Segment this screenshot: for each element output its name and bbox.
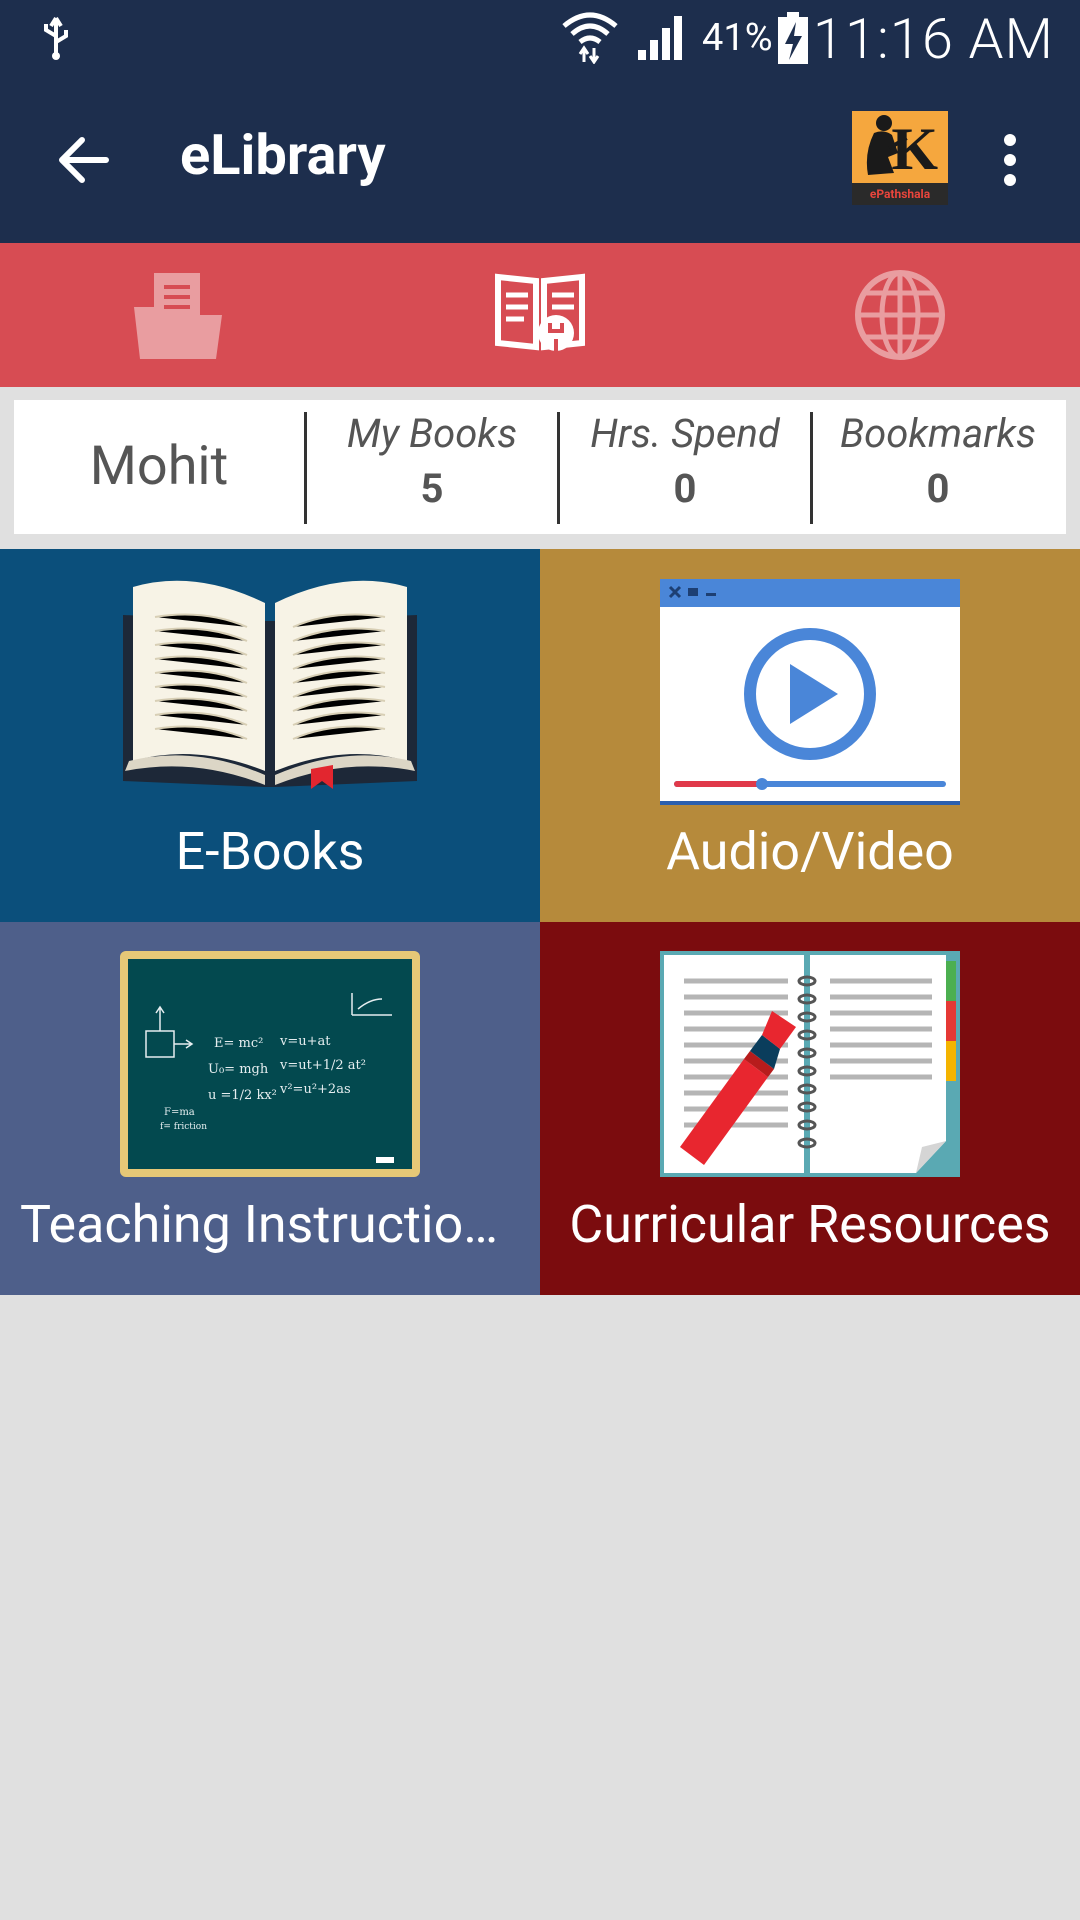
video-player-icon	[660, 579, 960, 805]
teaching-instructional-tile[interactable]: E= mc² U₀= mgh u =1/2 kx² v=u+at v=ut+1/…	[0, 922, 540, 1295]
teaching-instructional-label: Teaching Instructional Materials	[20, 1194, 540, 1255]
hrs-spend-value: 0	[673, 465, 697, 512]
chalkboard-icon: E= mc² U₀= mgh u =1/2 kx² v=u+at v=ut+1/…	[120, 951, 420, 1177]
user-stats-bar: Mohit My Books 5 Hrs. Spend 0 Bookmarks …	[14, 400, 1066, 534]
user-name: Mohit	[89, 435, 229, 498]
curricular-resources-tile[interactable]: Curricular Resources	[540, 922, 1080, 1295]
chalk-formula: U₀= mgh	[208, 1062, 269, 1077]
battery-charging-icon	[778, 12, 808, 64]
hrs-spend-label: Hrs. Spend	[590, 410, 780, 457]
open-book-icon	[123, 580, 417, 789]
globe-icon[interactable]	[852, 267, 948, 363]
chalk-formula: v=u+at	[279, 1034, 331, 1049]
notebook-marker-icon	[660, 951, 960, 1177]
status-bar: 41% 11:16 AM	[0, 0, 1080, 78]
back-arrow-icon[interactable]	[54, 130, 114, 190]
signal-strength-icon	[638, 16, 682, 60]
chalk-formula: F=ma	[164, 1107, 195, 1118]
audio-video-tile[interactable]: Audio/Video	[540, 549, 1080, 922]
app-logo: K ePathshala	[852, 111, 948, 205]
status-clock: 11:16 AM	[812, 6, 1054, 72]
logo-letter: K	[891, 116, 938, 182]
curricular-resources-label: Curricular Resources	[569, 1194, 1051, 1255]
chalk-formula: v=ut+1/2 at²	[279, 1058, 366, 1073]
battery-percent: 41%	[702, 16, 773, 60]
chalk-formula: u =1/2 kx²	[208, 1088, 277, 1103]
logo-tagline: ePathshala	[852, 183, 948, 205]
my-books-value: 5	[420, 465, 444, 512]
chalk-formula: v²=u²+2as	[279, 1082, 351, 1097]
page-title: eLibrary	[180, 122, 386, 188]
ebooks-label: E-Books	[175, 821, 365, 882]
usb-icon	[44, 16, 68, 60]
overflow-menu-icon[interactable]	[990, 130, 1030, 190]
tab-strip	[0, 243, 1080, 387]
chalk-formula: E= mc²	[214, 1036, 263, 1051]
ebooks-tile[interactable]: E-Books	[0, 549, 540, 922]
my-books-stat: My Books 5	[307, 410, 557, 512]
category-grid: E-Books Audio/Video E= mc² U₀= mgh u =1/…	[0, 549, 1080, 1295]
my-books-label: My Books	[346, 410, 518, 457]
hrs-spend-stat: Hrs. Spend 0	[560, 410, 810, 512]
app-bar: eLibrary K ePathshala	[0, 78, 1080, 243]
wifi-icon	[562, 12, 618, 64]
bookmarks-value: 0	[926, 465, 950, 512]
book-plug-icon[interactable]	[492, 267, 588, 363]
folder-document-icon[interactable]	[130, 267, 226, 363]
bookmarks-stat: Bookmarks 0	[813, 410, 1063, 512]
chalk-formula: f= friction	[160, 1122, 207, 1132]
bookmarks-label: Bookmarks	[839, 410, 1037, 457]
audio-video-label: Audio/Video	[666, 821, 954, 882]
